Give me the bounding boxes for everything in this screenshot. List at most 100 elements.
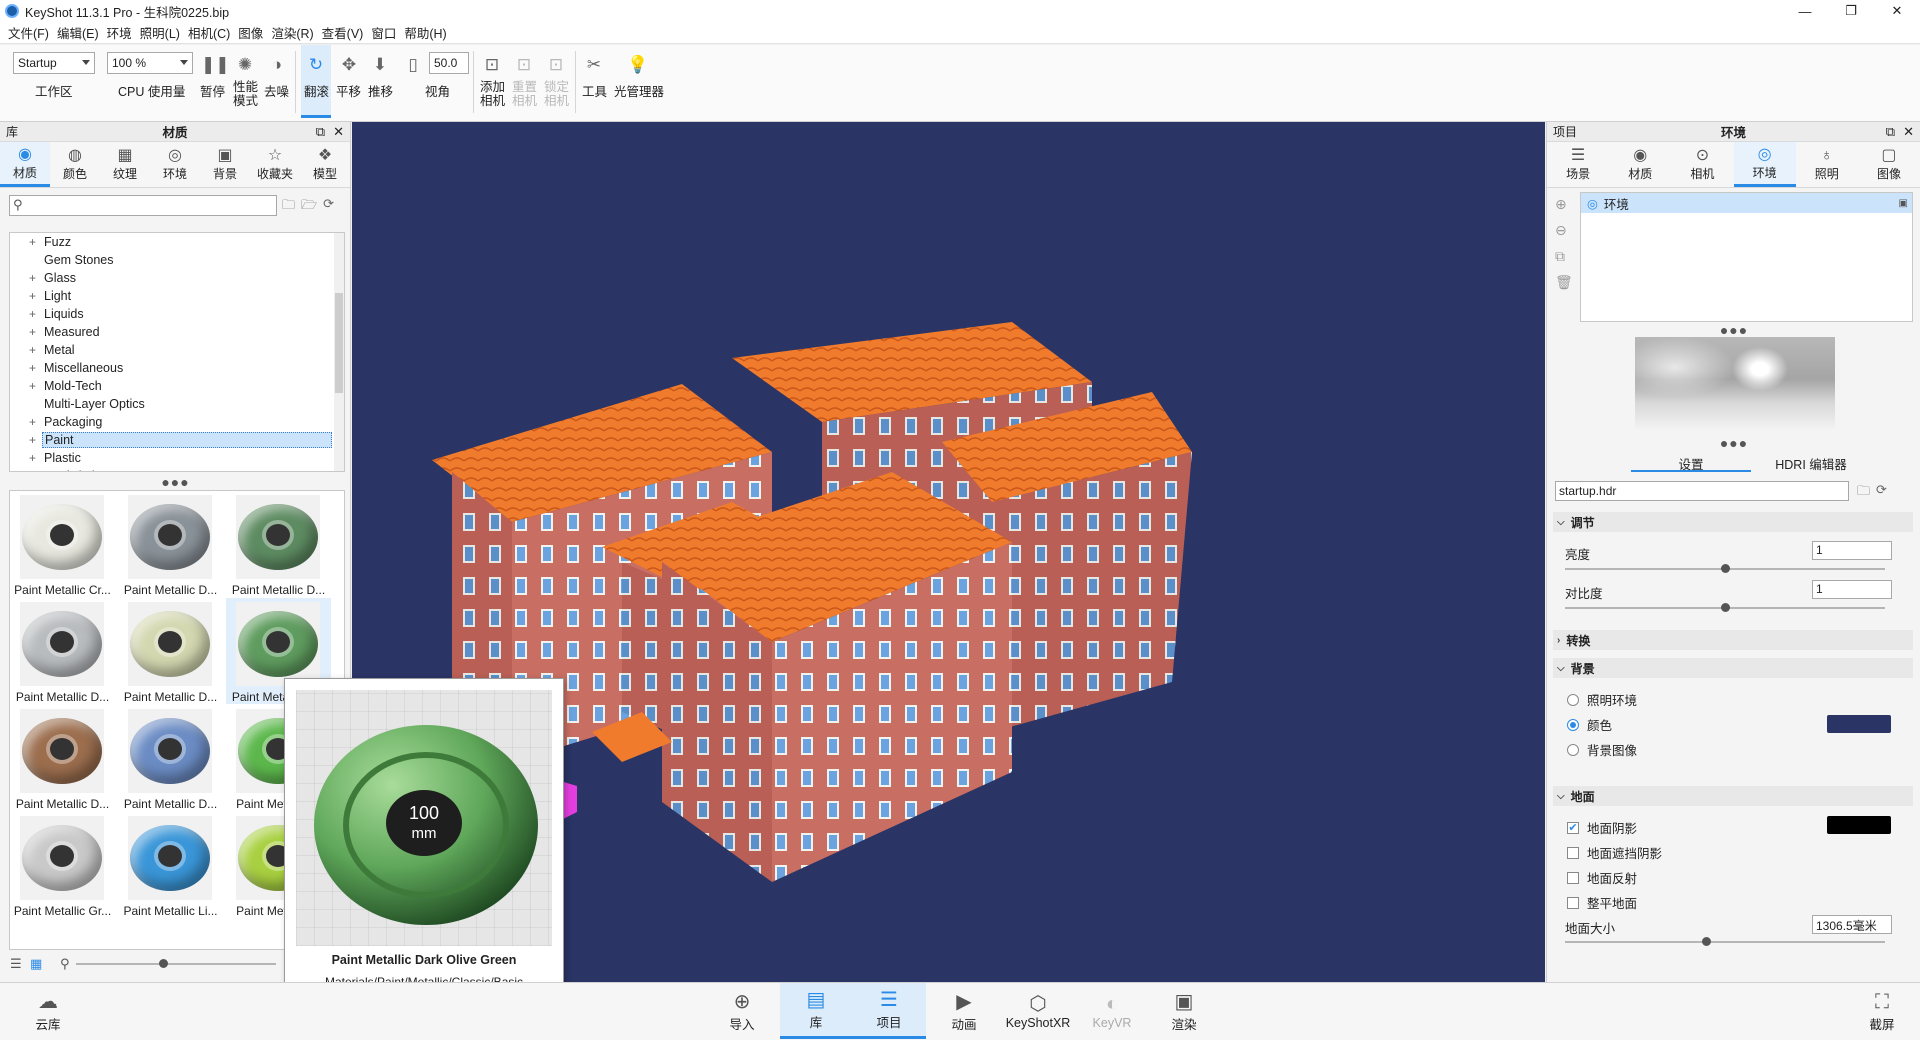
maximize-button[interactable]: ❐: [1828, 0, 1874, 22]
expand-icon[interactable]: +: [29, 271, 36, 285]
undock-icon[interactable]: ⧉: [316, 124, 325, 140]
section-adjust[interactable]: ⌵ 调节: [1553, 512, 1913, 532]
hdr-file-input[interactable]: startup.hdr: [1555, 481, 1849, 501]
dolly-icon[interactable]: ⬇: [370, 55, 390, 75]
close-icon[interactable]: ✕: [1903, 124, 1914, 140]
menu-view[interactable]: 查看(V): [318, 23, 368, 42]
radio-background-image[interactable]: 背景图像: [1567, 740, 1637, 759]
splitter-handle[interactable]: ●●●: [1547, 435, 1920, 451]
material-thumbnail[interactable]: Paint Metallic D...: [10, 598, 115, 704]
contrast-input[interactable]: 1: [1812, 580, 1892, 599]
close-icon[interactable]: ✕: [333, 124, 344, 140]
tree-item[interactable]: + Packaging: [10, 413, 344, 431]
tab-hdri-editor[interactable]: HDRI 编辑器: [1751, 452, 1871, 472]
expand-icon[interactable]: +: [29, 343, 36, 357]
checkbox-ground-shadow[interactable]: ✔ 地面阴影: [1567, 818, 1637, 837]
section-ground[interactable]: ⌵ 地面: [1553, 786, 1913, 806]
checkbox-ground-occlusion[interactable]: 地面遮挡阴影: [1567, 843, 1662, 862]
light-manager-icon[interactable]: 💡: [627, 55, 648, 75]
section-background[interactable]: ⌵ 背景: [1553, 658, 1913, 678]
tab-camera[interactable]: ⊙ 相机: [1671, 142, 1733, 187]
background-color-swatch[interactable]: [1827, 715, 1891, 733]
brightness-input[interactable]: 1: [1812, 541, 1892, 560]
hdri-preview[interactable]: [1635, 337, 1835, 431]
expand-icon[interactable]: +: [29, 235, 36, 249]
tree-item[interactable]: + Light: [10, 287, 344, 305]
copy-environment-icon[interactable]: ⧉: [1555, 248, 1573, 265]
refresh-icon[interactable]: ⟳: [1876, 482, 1887, 504]
zoom-out-icon[interactable]: ⚲: [60, 956, 70, 972]
tab-environment[interactable]: ◎ 环境: [1733, 142, 1796, 187]
tab-settings[interactable]: 设置: [1631, 452, 1751, 472]
material-thumbnail[interactable]: Paint Metallic Cr...: [10, 491, 115, 597]
tab-scene[interactable]: ☰ 场景: [1547, 142, 1609, 187]
expand-icon[interactable]: +: [29, 451, 36, 465]
expand-icon[interactable]: +: [29, 361, 36, 375]
ground-size-slider[interactable]: [1565, 937, 1885, 946]
menu-edit[interactable]: 编辑(E): [53, 23, 103, 42]
radio-lighting-environment[interactable]: 照明环境: [1567, 690, 1637, 709]
import-button[interactable]: ⊕ 导入: [720, 983, 764, 1039]
tab-environments[interactable]: ◎ 环境: [150, 142, 200, 187]
folder-add-icon[interactable]: 🗁: [301, 196, 317, 218]
slider-knob[interactable]: [1721, 603, 1730, 612]
menu-image[interactable]: 图像: [234, 23, 267, 42]
tree-item[interactable]: + Measured: [10, 323, 344, 341]
tab-models[interactable]: ❖ 模型: [300, 142, 350, 187]
radio-color[interactable]: 颜色: [1567, 715, 1612, 734]
splitter-handle[interactable]: ●●●: [0, 474, 351, 490]
slider-knob[interactable]: [1721, 564, 1730, 573]
material-thumbnail[interactable]: Paint Metallic D...: [226, 491, 331, 597]
cpu-usage-select[interactable]: 100 %: [107, 52, 193, 74]
reset-camera-icon[interactable]: ⊡: [514, 55, 534, 75]
grid-view-icon[interactable]: ▦: [30, 956, 42, 972]
workspace-select[interactable]: Startup: [13, 52, 95, 74]
tree-item[interactable]: + Liquids: [10, 305, 344, 323]
pause-icon[interactable]: ❚❚: [201, 55, 230, 75]
contrast-slider[interactable]: [1565, 603, 1885, 612]
duplicate-environment-icon[interactable]: ⊖: [1555, 222, 1573, 239]
tree-item[interactable]: + Plastic: [10, 449, 344, 467]
tree-item[interactable]: Multi-Layer Optics: [10, 395, 344, 413]
slider-knob[interactable]: [1701, 937, 1711, 946]
tree-item[interactable]: + Mold-Tech: [10, 377, 344, 395]
tab-colors[interactable]: ◍ 颜色: [50, 142, 100, 187]
expand-icon[interactable]: +: [29, 325, 36, 339]
performance-mode-icon[interactable]: ✺: [235, 55, 255, 75]
add-camera-icon[interactable]: ⊡: [482, 55, 502, 75]
tree-item[interactable]: Gem Stones: [10, 251, 344, 269]
add-environment-icon[interactable]: ⊕: [1555, 196, 1573, 213]
material-thumbnail[interactable]: Paint Metallic D...: [10, 705, 115, 811]
slider-knob[interactable]: [159, 959, 168, 968]
undock-icon[interactable]: ⧉: [1886, 124, 1895, 140]
field-of-view-input[interactable]: 50.0: [429, 52, 469, 74]
list-view-icon[interactable]: ☰: [10, 956, 22, 972]
section-transform[interactable]: › 转换: [1553, 630, 1913, 650]
delete-icon[interactable]: 🗑: [1555, 274, 1573, 291]
material-thumbnail[interactable]: Paint Metallic Gr...: [10, 812, 115, 918]
tab-textures[interactable]: ▦ 纹理: [100, 142, 150, 187]
menu-window[interactable]: 窗口: [367, 23, 400, 42]
library-button[interactable]: ▤ 库: [780, 983, 852, 1039]
tree-scrollbar[interactable]: [334, 233, 344, 471]
project-button[interactable]: ☰ 项目: [852, 983, 926, 1039]
tools-icon[interactable]: ✂: [584, 55, 604, 75]
checkbox-flatten-ground[interactable]: 整平地面: [1567, 893, 1637, 912]
pan-icon[interactable]: ✥: [339, 55, 359, 75]
folder-icon[interactable]: 🗀: [282, 196, 295, 218]
tree-item[interactable]: + RealCloth: [10, 467, 344, 471]
cloud-library-button[interactable]: ☁ 云库: [28, 983, 68, 1039]
tree-item[interactable]: + Metal: [10, 341, 344, 359]
thumbnail-size-slider[interactable]: [76, 959, 276, 968]
ground-size-input[interactable]: 1306.5毫米: [1812, 915, 1892, 934]
tab-lighting[interactable]: ♁ 照明: [1796, 142, 1858, 187]
tab-backgrounds[interactable]: ▣ 背景: [200, 142, 250, 187]
expand-icon[interactable]: +: [29, 379, 36, 393]
lock-camera-icon[interactable]: ⊡: [546, 55, 566, 75]
tab-image[interactable]: ▢ 图像: [1858, 142, 1920, 187]
animation-button[interactable]: ▶ 动画: [942, 983, 986, 1039]
menu-camera[interactable]: 相机(C): [184, 23, 234, 42]
tumble-icon[interactable]: ↻: [306, 55, 326, 75]
expand-icon[interactable]: +: [29, 307, 36, 321]
folder-icon[interactable]: 🗀: [1857, 482, 1870, 504]
